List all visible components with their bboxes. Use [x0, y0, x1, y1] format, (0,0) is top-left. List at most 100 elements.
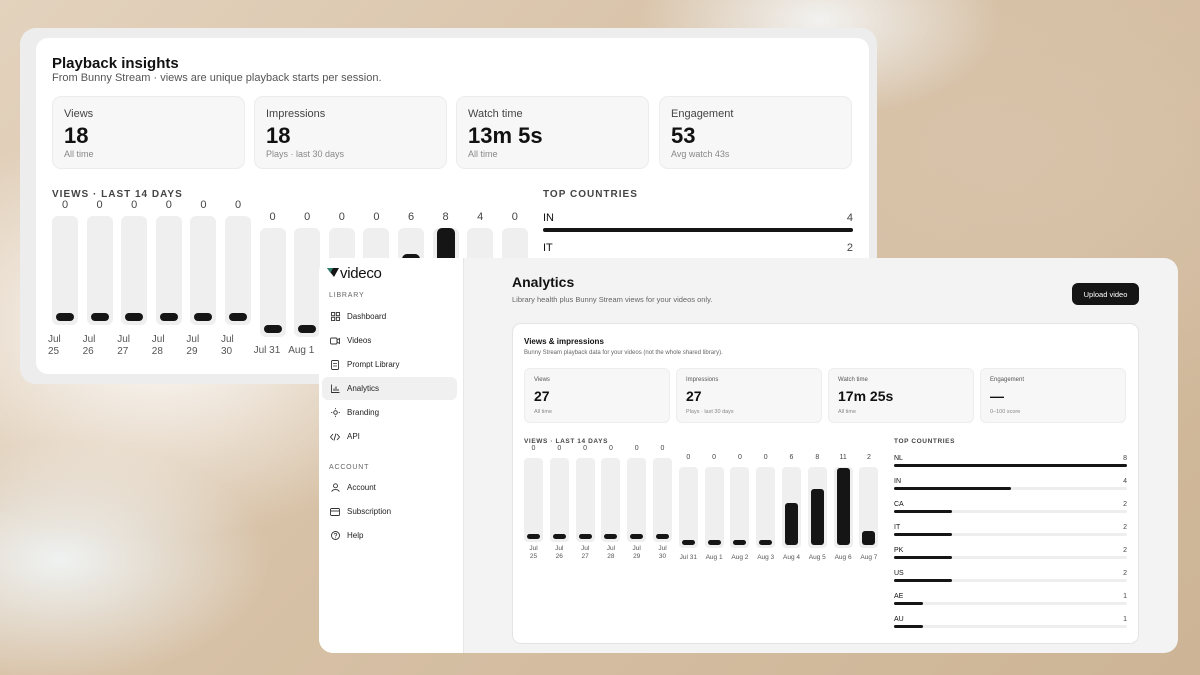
country-count: 8	[1123, 455, 1127, 462]
bar-date-label: Aug 5	[808, 554, 826, 561]
bar	[604, 534, 618, 539]
bar-track	[294, 228, 321, 337]
sidebar-item-prompt-library[interactable]: Prompt Library	[322, 353, 457, 376]
bar-track	[730, 467, 750, 548]
bar	[785, 503, 798, 545]
country-count: 1	[1123, 593, 1127, 600]
bar-count-label: 0	[712, 454, 717, 461]
stat-label: Engagement	[671, 108, 734, 120]
stat-card-engagement: Engagement — 0–100 score	[980, 368, 1126, 423]
bar-count-label: 0	[557, 445, 562, 452]
bar-track	[782, 467, 801, 548]
country-bar-track	[894, 602, 1127, 605]
bar-date-label: 26	[555, 553, 563, 560]
bar-track	[575, 458, 595, 542]
bar-chart-icon	[330, 384, 340, 394]
bar-track	[833, 467, 853, 548]
sidebar-item-label: Branding	[347, 408, 380, 417]
brand-name: videco	[340, 264, 382, 282]
country-count: 4	[1123, 478, 1127, 485]
bar-track	[756, 467, 776, 548]
bar-track	[678, 467, 698, 548]
video-icon	[330, 336, 340, 346]
top-countries-label: TOP COUNTRIES	[543, 189, 638, 200]
sidebar-item-label: Prompt Library	[347, 360, 400, 369]
country-code: PK	[894, 547, 904, 554]
sidebar-item-help[interactable]: Help	[322, 524, 457, 547]
upload-video-button[interactable]: Upload video	[1072, 283, 1139, 305]
bar-date-label: Jul	[632, 545, 641, 552]
bar-track	[549, 458, 569, 542]
videco-logo[interactable]: videco	[327, 264, 382, 282]
bar	[862, 531, 876, 545]
bar-count-label: 0	[234, 199, 242, 211]
country-count: 1	[1123, 616, 1127, 623]
sidebar-item-dashboard[interactable]: Dashboard	[322, 305, 457, 328]
bar	[836, 468, 850, 545]
bar	[125, 313, 144, 321]
sidebar-item-account[interactable]: Account	[322, 476, 457, 499]
account-heading: ACCOUNT	[329, 464, 370, 471]
sidebar-item-analytics[interactable]: Analytics	[322, 377, 457, 400]
bar-count-label: 0	[660, 445, 665, 452]
country-bar-fill	[894, 625, 924, 628]
sidebar-item-subscription[interactable]: Subscription	[322, 500, 457, 523]
stat-label: Engagement	[990, 377, 1025, 383]
country-code: IN	[543, 212, 554, 224]
bar-date-label: 27	[117, 346, 129, 357]
country-code: IN	[894, 478, 901, 485]
bar	[733, 540, 747, 545]
bar-track	[52, 216, 78, 325]
country-bar-fill	[543, 228, 853, 232]
bar-track	[225, 216, 251, 325]
sidebar-item-api[interactable]: API	[322, 425, 457, 448]
bar-count-label: 0	[373, 211, 380, 223]
bar-date-label: 26	[82, 346, 94, 357]
sidebar-item-label: Help	[347, 531, 364, 540]
bar-track	[121, 216, 148, 325]
bar-date-label: Aug 4	[783, 554, 800, 561]
country-code: NL	[894, 455, 903, 462]
bar-track	[259, 228, 286, 337]
videco-app-window: videco LIBRARY Dashboard Videos Prompt L…	[319, 258, 1178, 653]
bar	[681, 540, 695, 545]
country-bar-fill	[894, 579, 953, 582]
bar-count-label: 0	[737, 454, 742, 461]
bar-date-label: Jul	[580, 545, 590, 552]
bar-date-label: Aug 7	[860, 554, 878, 561]
bar-date-label: Jul	[186, 334, 200, 345]
sidebar-item-label: API	[347, 432, 360, 441]
bar-track	[86, 216, 113, 325]
stat-value: 53	[671, 123, 696, 148]
bar	[578, 534, 592, 539]
front-views-chart: 0 Jul 25 0 Jul 26 0 Jul 27 0 Jul 28 0 Jul 29 0 Jul 30 0 Jul…	[513, 324, 888, 645]
page-subtitle: Library health plus Bunny Stream views f…	[512, 295, 713, 304]
bar-date-label: Jul	[529, 545, 538, 552]
bar-date-label: 30	[658, 553, 667, 560]
sidebar-item-videos[interactable]: Videos	[322, 329, 457, 352]
bar-date-label: 28	[151, 346, 163, 357]
country-count: 2	[1123, 570, 1127, 577]
country-bar-track	[894, 556, 1127, 559]
bar-count-label: 0	[96, 199, 103, 211]
grid-icon	[330, 312, 340, 322]
bar-date-label: Jul	[221, 334, 234, 345]
logo-mark-icon	[327, 268, 339, 277]
bar	[229, 313, 247, 321]
country-code: CA	[894, 501, 904, 508]
bar-date-label: Jul	[82, 334, 96, 345]
bar-track	[524, 458, 543, 542]
bar-track	[807, 467, 827, 548]
bar-count-label: 6	[789, 454, 794, 461]
bar-date-label: Jul	[658, 545, 667, 552]
country-count: 4	[846, 212, 853, 224]
sidebar-item-branding[interactable]: Branding	[322, 401, 457, 424]
bar-count-label: 0	[269, 211, 276, 223]
country-bar-track	[894, 510, 1127, 513]
page-title: Analytics	[512, 274, 575, 290]
bar	[263, 325, 282, 333]
bar-date-label: 29	[186, 346, 198, 357]
bar-count-label: 0	[61, 199, 69, 211]
bar-date-label: 25	[529, 553, 538, 560]
bar-count-label: 8	[442, 211, 449, 223]
